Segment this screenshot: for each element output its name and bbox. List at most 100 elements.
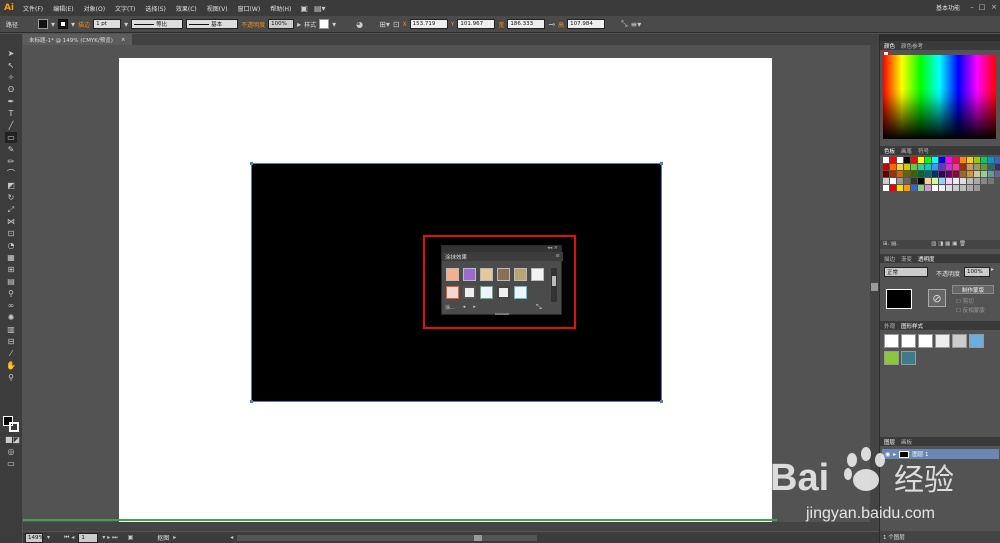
link-icon[interactable]: ⊸ (548, 20, 555, 29)
menu-window[interactable]: 窗口(W) (233, 4, 266, 13)
minimize-icon[interactable]: – (968, 3, 976, 12)
graphic-style-swatch[interactable] (319, 19, 330, 29)
color-swatch[interactable] (967, 157, 973, 163)
opacity-field[interactable]: 100% (964, 267, 990, 277)
lasso-tool-icon[interactable]: ʘ (5, 84, 17, 95)
menu-view[interactable]: 视图(V) (202, 4, 233, 13)
color-swatch[interactable] (883, 185, 889, 191)
color-swatch[interactable] (953, 157, 959, 163)
color-swatch[interactable] (967, 171, 973, 177)
color-swatch[interactable] (932, 164, 938, 170)
stroke-weight-field[interactable]: 1 pt (93, 19, 122, 29)
line-tool-icon[interactable]: ╱ (5, 120, 17, 131)
menu-effect[interactable]: 效果(C) (171, 4, 202, 13)
gradient-tool-icon[interactable]: ▤ (5, 276, 17, 287)
menu-help[interactable]: 帮助(H) (265, 4, 296, 13)
chevron-down-icon[interactable]: ▾ (332, 20, 336, 29)
pencil-tool-icon[interactable]: ✏ (5, 156, 17, 167)
color-swatch[interactable] (883, 157, 889, 163)
color-swatch[interactable] (897, 157, 903, 163)
color-swatch[interactable] (939, 185, 945, 191)
color-swatch[interactable] (918, 164, 924, 170)
color-swatch[interactable] (967, 185, 973, 191)
color-swatch[interactable] (932, 157, 938, 163)
transform-icon[interactable]: ⊡ (393, 20, 400, 29)
color-swatch[interactable] (960, 178, 966, 184)
menu-type[interactable]: 文字(T) (110, 4, 140, 13)
graphic-style-swatch[interactable] (952, 334, 967, 348)
direct-selection-tool-icon[interactable]: ↖ (5, 60, 17, 71)
color-swatch[interactable] (981, 164, 987, 170)
color-swatch[interactable] (890, 164, 896, 170)
color-swatch[interactable] (960, 185, 966, 191)
color-swatch[interactable] (946, 164, 952, 170)
color-swatch[interactable] (904, 157, 910, 163)
width-tool-icon[interactable]: ⋈ (5, 216, 17, 227)
symbol-sprayer-icon[interactable]: ✺ (5, 312, 17, 323)
color-swatch[interactable] (883, 171, 889, 177)
color-swatch[interactable] (925, 157, 931, 163)
selection-handle[interactable] (250, 400, 253, 403)
tab-transparency[interactable]: 透明度 (918, 255, 935, 263)
color-swatch[interactable] (890, 178, 896, 184)
color-swatch[interactable] (960, 171, 966, 177)
color-swatch[interactable] (995, 164, 1000, 170)
menu-select[interactable]: 选择(S) (140, 4, 171, 13)
eraser-tool-icon[interactable]: ◩ (5, 180, 17, 191)
color-swatch[interactable] (911, 157, 917, 163)
color-swatch[interactable] (974, 178, 980, 184)
color-swatch[interactable] (932, 178, 938, 184)
color-swatch[interactable] (939, 178, 945, 184)
selection-tool-icon[interactable]: ➤ (5, 48, 17, 59)
color-swatch[interactable] (939, 157, 945, 163)
tab-appearance[interactable]: 外观 (884, 322, 895, 330)
color-swatch[interactable] (995, 178, 1000, 184)
zoom-tool-icon[interactable]: ⚲ (5, 372, 17, 383)
graphic-style-swatch[interactable] (901, 334, 916, 348)
next-page-icon[interactable]: ▾ ▸ ⏭ (102, 534, 117, 542)
invert-mask-checkbox[interactable]: ☐ 反相蒙版 (956, 306, 985, 314)
expand-layer-icon[interactable]: ▸ (893, 451, 896, 458)
color-swatch[interactable] (918, 171, 924, 177)
tab-gradient[interactable]: 渐变 (901, 255, 912, 263)
color-swatch[interactable] (897, 185, 903, 191)
recolor-icon[interactable]: ◕ (356, 20, 363, 29)
color-swatch[interactable] (974, 185, 980, 191)
color-swatch[interactable] (946, 157, 952, 163)
chevron-down-icon[interactable]: ▾ (47, 534, 50, 541)
color-swatch[interactable] (911, 178, 917, 184)
brush-definition[interactable]: 基本 (186, 19, 239, 29)
tab-symbols[interactable]: 符号 (918, 147, 929, 155)
color-swatch[interactable] (988, 157, 994, 163)
color-swatch[interactable] (904, 185, 910, 191)
chevron-right-icon[interactable]: ▸ (991, 266, 994, 273)
color-swatch[interactable] (890, 157, 896, 163)
clip-checkbox[interactable]: ☐ 剪切 (956, 297, 974, 305)
menu-object[interactable]: 对象(O) (79, 4, 110, 13)
color-swatch[interactable] (981, 171, 987, 177)
color-swatch[interactable] (925, 164, 931, 170)
tab-artboards[interactable]: 画板 (901, 438, 912, 446)
chevron-right-icon[interactable]: ▸ (173, 534, 176, 541)
color-swatch[interactable] (932, 185, 938, 191)
free-transform-icon[interactable]: ⊡ (5, 228, 17, 239)
status-menu-icon[interactable]: ▣ (128, 534, 134, 541)
color-swatch[interactable] (981, 157, 987, 163)
color-swatch[interactable] (974, 157, 980, 163)
graphic-style-swatch[interactable] (918, 334, 933, 348)
color-swatch[interactable] (953, 164, 959, 170)
color-swatch[interactable] (925, 185, 931, 191)
column-graph-icon[interactable]: ▥ (5, 324, 17, 335)
color-swatch[interactable] (967, 164, 973, 170)
arrange-icon[interactable]: ▤▾ (314, 4, 326, 13)
color-swatch[interactable] (988, 164, 994, 170)
zoom-field[interactable]: 149% (25, 532, 44, 543)
scale-tool-icon[interactable]: ⤢ (5, 204, 17, 215)
chevron-right-icon[interactable]: ▸ (297, 20, 301, 29)
color-swatch[interactable] (967, 178, 973, 184)
bridge-icon[interactable]: ▣ (300, 4, 308, 13)
color-swatch[interactable] (974, 164, 980, 170)
stroke-color-box[interactable] (9, 422, 19, 432)
tab-stroke[interactable]: 描边 (884, 255, 895, 263)
scrollbar-thumb[interactable] (871, 283, 878, 291)
